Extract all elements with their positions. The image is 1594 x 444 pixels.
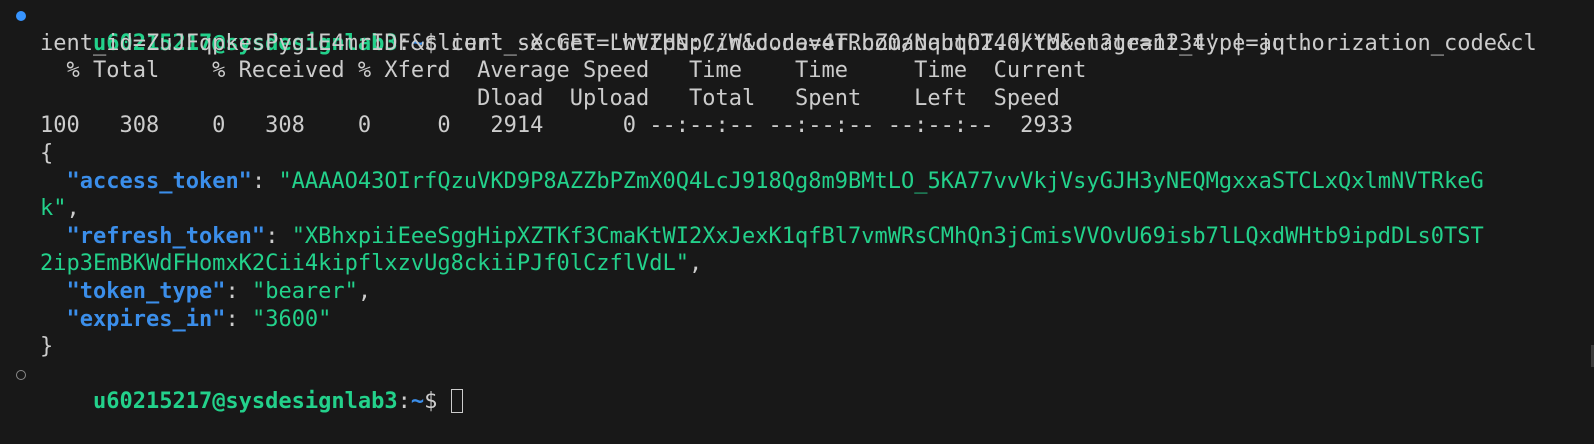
json-expires-in-line: "expires_in": "3600" bbox=[0, 306, 1594, 334]
json-kv-sep: : bbox=[225, 278, 252, 304]
json-comma: , bbox=[689, 251, 703, 277]
terminal-cursor[interactable] bbox=[450, 389, 463, 414]
command-line-wrap: ient_id=ZuJFqpkesPyg1E4mrIDF&client_secr… bbox=[0, 30, 1594, 58]
json-key-token-type: "token_type" bbox=[66, 278, 226, 304]
json-key-refresh-token: "refresh_token" bbox=[66, 223, 266, 249]
json-refresh-token-line: "refresh_token": "XBhxpiiEeeSggHipXZTKf3… bbox=[0, 223, 1594, 251]
command-success-marker-icon[interactable] bbox=[16, 11, 26, 21]
json-open-brace: { bbox=[40, 140, 54, 166]
json-close-brace: } bbox=[40, 334, 54, 360]
progress-header-1: % Total % Received % Xferd Average Speed… bbox=[40, 58, 1087, 84]
progress-row: 100 308 0 308 0 0 2914 0 --:--:-- --:--:… bbox=[40, 113, 1074, 139]
json-key-expires-in: "expires_in" bbox=[66, 306, 226, 332]
json-kv-sep: : bbox=[265, 223, 292, 249]
json-comma: , bbox=[66, 196, 80, 222]
prompt-dollar: $ bbox=[424, 389, 451, 415]
command-line: u60215217@sysdesignlab3:~$ curl -X GET '… bbox=[0, 2, 1594, 56]
json-comma: , bbox=[357, 278, 372, 304]
json-kv-sep: : bbox=[251, 168, 279, 194]
json-value-token-type: "bearer" bbox=[251, 278, 358, 304]
json-value-refresh-token-cont: 2ip3EmBKWdFHomxK2Cii4kipflxzvUg8ckiiPJf0… bbox=[40, 251, 690, 277]
json-value-refresh-token: "XBhxpiiEeeSggHipXZTKf3CmaKtWI2XxJexK1qf… bbox=[291, 223, 1484, 249]
json-access-token-wrap: k", bbox=[0, 195, 1594, 223]
json-token-type-line: "token_type": "bearer", bbox=[0, 278, 1594, 306]
json-kv-sep: : bbox=[225, 306, 252, 332]
prompt-path: ~ bbox=[410, 389, 425, 415]
progress-header-2: Dload Upload Total Spent Left Speed bbox=[40, 85, 1060, 111]
current-prompt-line: u60215217@sysdesignlab3:~$ bbox=[0, 361, 1594, 414]
command-pending-marker-icon[interactable] bbox=[16, 369, 26, 380]
prompt-colon: : bbox=[397, 389, 411, 415]
json-value-access-token: "AAAAO43OIrfQzuVKD9P8AZZbPZmX0Q4LcJ918Qg… bbox=[278, 168, 1484, 194]
json-value-access-token-cont: k" bbox=[40, 196, 67, 222]
command-text-line2: ient_id=ZuJFqpkesPyg1E4mrIDF&client_secr… bbox=[40, 30, 1312, 56]
prompt-user-host: u60215217@sysdesignlab3 bbox=[92, 389, 398, 415]
json-refresh-token-wrap: 2ip3EmBKWdFHomxK2Cii4kipflxzvUg8ckiiPJf0… bbox=[0, 250, 1594, 278]
json-value-expires-in: "3600" bbox=[251, 306, 332, 332]
terminal-panel[interactable]: u60215217@sysdesignlab3:~$ curl -X GET '… bbox=[0, 0, 1594, 414]
json-access-token-line: "access_token": "AAAAO43OIrfQzuVKD9P8AZZ… bbox=[0, 168, 1594, 196]
json-key-access-token: "access_token" bbox=[66, 168, 252, 194]
